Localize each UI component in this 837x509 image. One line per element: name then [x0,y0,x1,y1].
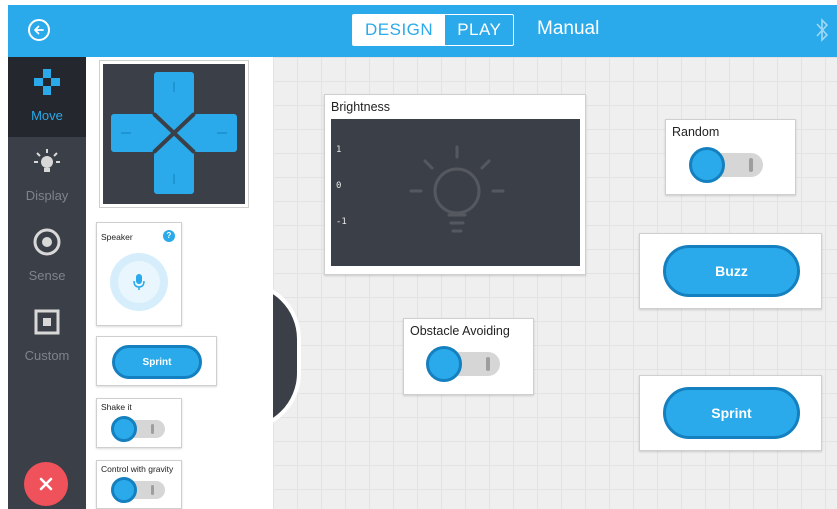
speaker-ring [118,261,160,303]
tick-label-1: 1 [336,145,342,155]
dpad-background [103,64,245,204]
close-icon [39,477,53,491]
gravity-toggle[interactable] [111,477,166,503]
back-arrow-icon [34,25,44,35]
lightbulb-icon [34,149,60,172]
speaker-microphone-button[interactable] [110,253,168,311]
sidebar-item-label: Sense [28,268,66,283]
toggle-knob [111,477,137,503]
bluetooth-icon[interactable] [815,17,829,43]
sprint-palette-widget[interactable]: Sprint [96,336,217,386]
brightness-display-widget[interactable]: Brightness 1 0 -1 [324,94,586,275]
toggle-knob [426,346,462,382]
gamepad-icon [34,69,60,95]
sensor-icon [33,228,61,256]
buzz-button[interactable]: Buzz [663,245,800,297]
random-title: Random [672,125,720,139]
toggle-mark [486,357,490,371]
tick-label-neg1: -1 [336,217,347,227]
help-icon[interactable]: ? [163,230,175,242]
sidebar-item-move[interactable]: Move [8,57,86,137]
gravity-title: Control with gravity [101,464,174,474]
sprint-widget[interactable]: Sprint [639,375,822,451]
close-button[interactable] [24,462,68,506]
sidebar-item-custom[interactable]: Custom [8,297,86,377]
buzz-widget[interactable]: Buzz [639,233,822,309]
sidebar-item-label: Move [31,108,63,123]
mode-toggle: DESIGN PLAY [352,14,515,46]
design-mode-button[interactable]: DESIGN [353,15,446,45]
shake-title: Shake it [101,402,132,412]
random-widget[interactable]: Random [665,119,796,195]
shake-toggle[interactable] [111,416,166,442]
obstacle-avoiding-title: Obstacle Avoiding [410,324,510,338]
play-mode-button[interactable]: PLAY [445,15,513,45]
shake-widget[interactable]: Shake it [96,398,182,448]
sidebar-item-label: Display [25,188,69,203]
toggle-mark [749,158,753,172]
sidebar-item-label: Custom [24,348,70,363]
top-bar: DESIGN PLAY Manual [8,5,837,57]
category-sidebar: Move Display Sense Custom [8,57,86,509]
tick-label-0: 0 [336,181,342,191]
sprint-button[interactable]: Sprint [663,387,800,439]
toggle-knob [111,416,137,442]
random-toggle[interactable] [689,147,764,183]
back-button[interactable] [28,19,50,41]
joystick-partial [273,281,301,431]
design-canvas[interactable]: Brightness 1 0 -1 Random Buzz Obstacle A… [273,57,837,509]
obstacle-avoiding-widget[interactable]: Obstacle Avoiding [403,318,534,395]
sidebar-item-sense[interactable]: Sense [8,217,86,297]
dpad-divider-lines [121,82,227,184]
brightness-chart: 1 0 -1 [331,119,580,266]
custom-square-icon [34,309,60,335]
speaker-widget[interactable]: Speaker ? [96,222,182,326]
microphone-icon [133,274,145,290]
toggle-knob [689,147,725,183]
sprint-palette-button[interactable]: Sprint [112,345,202,379]
page-title: Manual [537,18,600,39]
lightbulb-placeholder-icon [409,145,505,233]
brightness-title: Brightness [331,100,391,114]
toggle-mark [151,485,154,495]
obstacle-avoiding-toggle[interactable] [426,346,501,382]
sidebar-item-display[interactable]: Display [8,137,86,217]
toggle-mark [151,424,154,434]
gravity-widget[interactable]: Control with gravity [96,460,182,509]
dpad-widget[interactable] [99,60,249,208]
speaker-title: Speaker [101,232,133,242]
